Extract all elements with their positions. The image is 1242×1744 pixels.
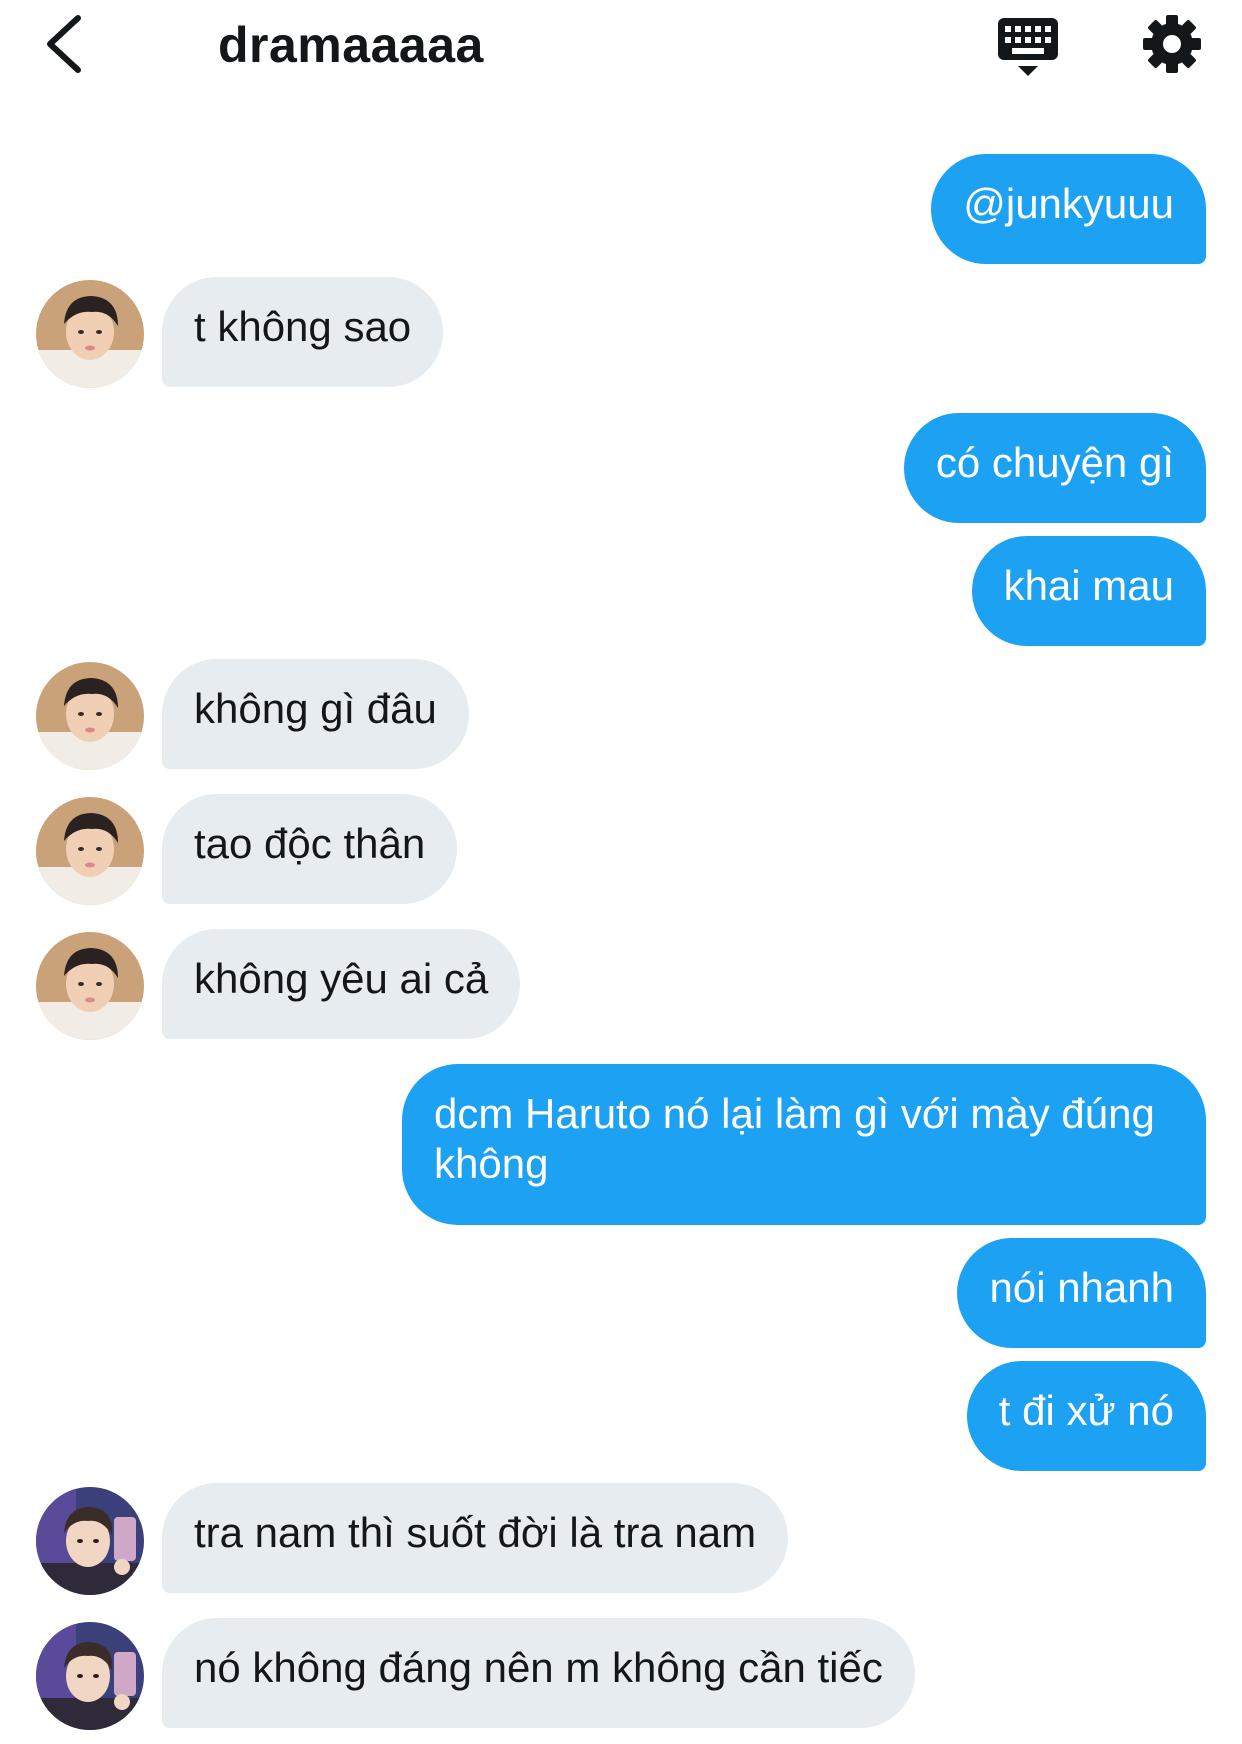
- avatar[interactable]: [36, 280, 144, 388]
- avatar[interactable]: [36, 662, 144, 770]
- incoming-message[interactable]: t không sao: [162, 277, 444, 387]
- avatar[interactable]: [36, 797, 144, 905]
- incoming-message[interactable]: không gì đâu: [162, 659, 469, 769]
- avatar[interactable]: [36, 1487, 144, 1595]
- incoming-message[interactable]: nó không đáng nên m không cần tiếc: [162, 1618, 915, 1728]
- chevron-left-icon: [47, 15, 81, 73]
- incoming-message[interactable]: không yêu ai cả: [162, 929, 521, 1039]
- incoming-message[interactable]: tra nam thì suốt đời là tra nam: [162, 1483, 789, 1593]
- outgoing-message[interactable]: có chuyện gì: [903, 413, 1206, 523]
- outgoing-message[interactable]: @junkyuuu: [931, 154, 1206, 264]
- outgoing-message[interactable]: khai mau: [971, 536, 1206, 646]
- keyboard-icon: [998, 18, 1058, 76]
- outgoing-message[interactable]: t đi xử nó: [966, 1361, 1206, 1471]
- avatar[interactable]: [36, 932, 144, 1040]
- gear-icon: [1143, 15, 1201, 73]
- outgoing-message[interactable]: dcm Haruto nó lại làm gì với mày đúng kh…: [402, 1064, 1206, 1225]
- chat-header: dramaaaaa: [0, 0, 1242, 110]
- keyboard-button[interactable]: [996, 16, 1060, 80]
- settings-button[interactable]: [1140, 12, 1204, 76]
- incoming-message[interactable]: tao độc thân: [162, 794, 458, 904]
- avatar[interactable]: [36, 1622, 144, 1730]
- conversation-title[interactable]: dramaaaaa: [218, 16, 484, 74]
- back-button[interactable]: [38, 14, 98, 74]
- outgoing-message[interactable]: nói nhanh: [957, 1238, 1206, 1348]
